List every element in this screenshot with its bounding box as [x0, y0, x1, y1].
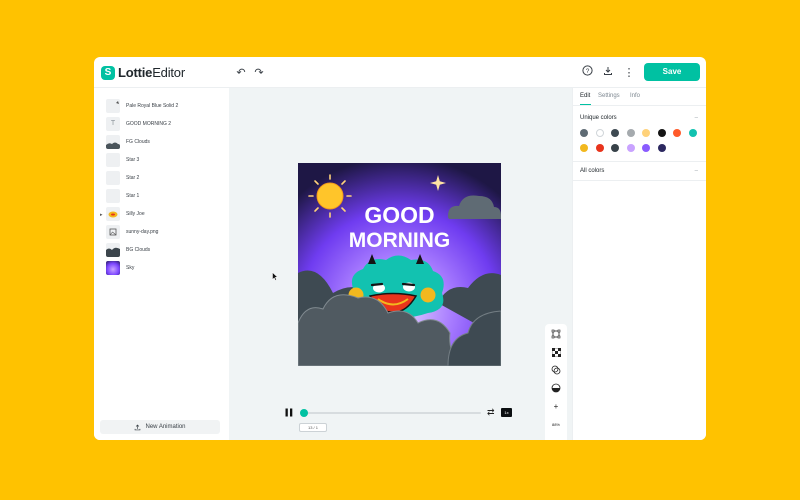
speed-button[interactable]: 1x — [501, 408, 512, 417]
color-swatch[interactable] — [626, 129, 635, 137]
bg-cloud-thumbnail — [106, 243, 120, 257]
top-bar: S LottieEditor ↶ ↷ ? ⋮ Save — [94, 57, 706, 88]
color-swatch[interactable] — [657, 129, 666, 137]
color-swatch[interactable] — [657, 144, 666, 152]
star-thumbnail — [106, 189, 120, 203]
layer-label: FG Clouds — [126, 139, 150, 145]
layer-label: Pale Royal Blue Solid 2 — [126, 103, 179, 109]
layer-item[interactable]: FG Clouds — [106, 135, 150, 149]
layer-item[interactable]: Pale Royal Blue Solid 2 — [106, 99, 178, 113]
color-swatch[interactable] — [580, 129, 588, 137]
loop-icon[interactable]: ⇄ — [487, 407, 495, 418]
timeline-scrubber[interactable] — [300, 409, 308, 417]
unique-colors-title: Unique colors — [580, 115, 617, 121]
color-swatch[interactable] — [611, 144, 619, 152]
canvas-area[interactable]: GOOD MORNING + 88% ⇄ 1x 13 / 1 — [229, 88, 572, 440]
svg-text:?: ? — [585, 68, 589, 75]
headline-line-1: GOOD — [364, 202, 434, 228]
color-swatch[interactable] — [580, 144, 588, 152]
checkerboard-icon[interactable] — [547, 343, 565, 361]
color-swatch[interactable] — [611, 129, 619, 137]
app-window: S LottieEditor ↶ ↷ ? ⋮ Save Pale Royal B… — [94, 57, 706, 440]
layer-item[interactable]: Silly Joe — [106, 207, 145, 221]
new-animation-label: New Animation — [145, 424, 186, 430]
layer-item[interactable]: T GOOD MORNING 2 — [106, 117, 171, 131]
expand-arrow-icon[interactable]: ▸ — [100, 212, 103, 218]
layer-item[interactable]: BG Clouds — [106, 243, 150, 257]
all-colors-title: All colors — [580, 168, 605, 174]
headline-line-2: MORNING — [349, 229, 451, 252]
layer-item[interactable]: Star 3 — [106, 153, 139, 167]
layer-label: BG Clouds — [126, 247, 151, 253]
frame-counter[interactable]: 13 / 1 — [299, 423, 327, 432]
new-animation-button[interactable]: New Animation — [100, 420, 220, 434]
layer-label: sunny-day.png — [126, 229, 159, 235]
layer-item[interactable]: Star 2 — [106, 171, 139, 185]
layer-item[interactable]: sunny-day.png — [106, 225, 158, 239]
layer-label: Star 1 — [126, 193, 140, 199]
download-icon[interactable] — [600, 65, 616, 81]
layer-label: Silly Joe — [126, 211, 145, 217]
fill-icon[interactable] — [547, 379, 565, 397]
upload-icon — [135, 424, 141, 430]
zoom-in-icon[interactable]: + — [547, 397, 565, 415]
collapse-icon[interactable]: – — [695, 115, 698, 121]
color-swatch[interactable] — [595, 144, 604, 152]
layer-item[interactable]: Star 1 — [106, 189, 139, 203]
tab-settings[interactable]: Settings — [598, 93, 620, 99]
redo-icon[interactable]: ↷ — [251, 65, 267, 81]
logo[interactable]: S LottieEditor — [101, 65, 185, 80]
lottie-logo-icon: S — [101, 65, 115, 80]
divider — [573, 180, 706, 181]
layer-label: Sky — [126, 265, 135, 271]
overlap-icon[interactable] — [547, 361, 565, 379]
color-swatch[interactable] — [595, 129, 604, 137]
help-icon[interactable]: ? — [579, 65, 595, 81]
animation-preview[interactable]: GOOD MORNING — [298, 163, 501, 366]
select-frame-icon[interactable] — [547, 325, 565, 343]
divider — [573, 105, 706, 106]
star-thumbnail — [106, 171, 120, 185]
layers-panel: Pale Royal Blue Solid 2 T GOOD MORNING 2… — [94, 88, 229, 440]
color-swatch[interactable] — [642, 129, 650, 137]
mouse-cursor-icon — [272, 272, 278, 281]
zoom-out-icon[interactable]: − — [547, 433, 565, 440]
color-swatch[interactable] — [688, 129, 697, 137]
cloud-thumbnail — [106, 135, 120, 149]
layer-label: Star 3 — [126, 157, 140, 163]
character-thumbnail — [106, 207, 120, 221]
layer-label: GOOD MORNING 2 — [126, 121, 172, 127]
save-button[interactable]: Save — [644, 63, 700, 81]
divider — [573, 161, 706, 162]
sky-thumbnail — [106, 261, 120, 275]
shape-thumbnail — [106, 99, 120, 113]
more-vertical-icon[interactable]: ⋮ — [621, 65, 637, 81]
tab-edit[interactable]: Edit — [580, 93, 590, 99]
layer-label: Star 2 — [126, 175, 140, 181]
properties-panel: Edit Settings Info Unique colors – All c… — [572, 88, 706, 440]
zoom-level[interactable]: 88% — [547, 415, 565, 433]
tab-info[interactable]: Info — [630, 93, 640, 99]
image-icon — [106, 225, 120, 239]
undo-icon[interactable]: ↶ — [233, 65, 249, 81]
color-swatch[interactable] — [673, 129, 681, 137]
star-thumbnail — [106, 153, 120, 167]
layer-item[interactable]: Sky — [106, 261, 134, 275]
color-swatch[interactable] — [642, 144, 650, 152]
expand-icon[interactable]: – — [695, 168, 698, 174]
pause-icon[interactable] — [285, 408, 293, 417]
timeline-track[interactable] — [301, 412, 481, 414]
app-title: LottieEditor — [118, 65, 185, 80]
text-layer-icon: T — [106, 117, 120, 131]
color-swatch[interactable] — [626, 144, 635, 152]
